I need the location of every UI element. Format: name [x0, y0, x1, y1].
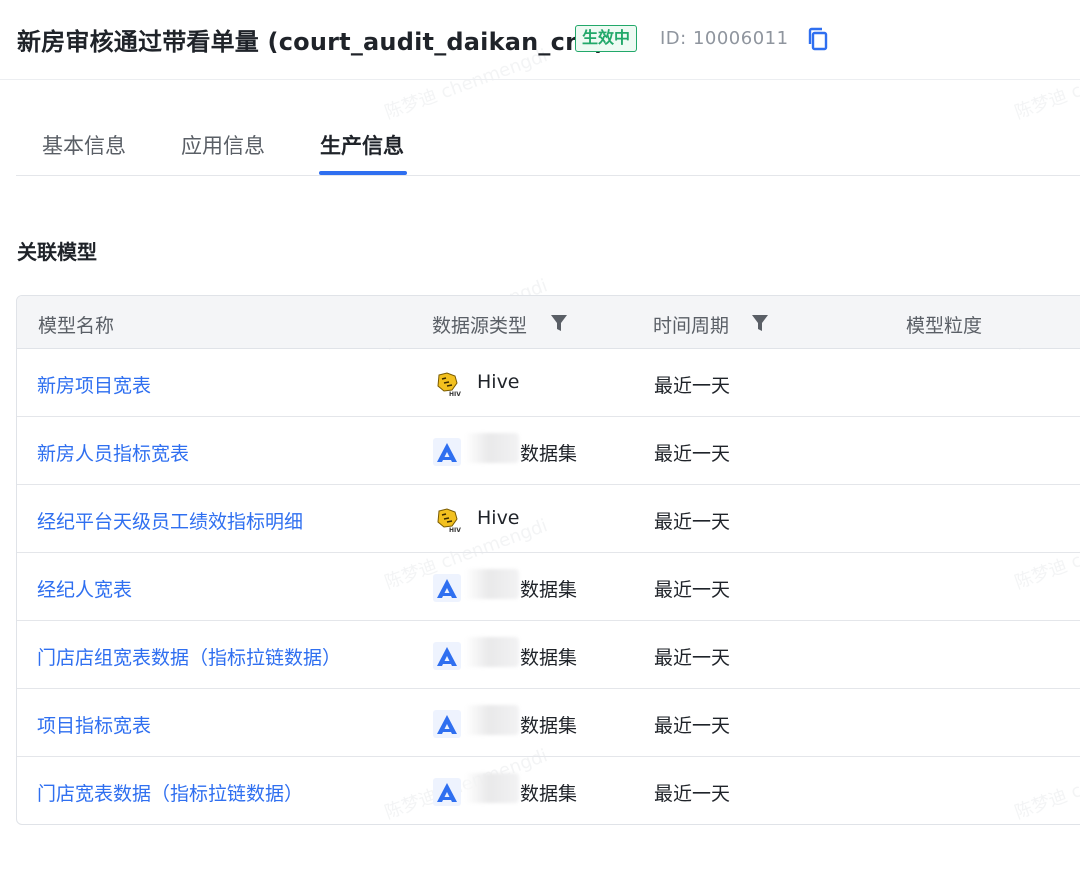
column-header-source-type: 数据源类型	[432, 315, 528, 337]
model-name-link[interactable]: 新房项目宽表	[37, 371, 151, 398]
column-header-granularity: 模型粒度	[906, 315, 983, 337]
model-name-link[interactable]: 新房人员指标宽表	[37, 439, 189, 466]
model-name-link[interactable]: 经纪人宽表	[37, 575, 132, 602]
page-title: 新房审核通过带看单量 (court_audit_daikan_cnt)	[17, 28, 606, 56]
tab-production-info[interactable]: 生产信息	[320, 130, 404, 160]
filter-icon[interactable]	[751, 314, 769, 332]
table-header: 模型名称 数据源类型 时间周期 模型粒度	[17, 296, 1080, 349]
table-row: 新房项目宽表 HIVE Hive 最近一天	[17, 349, 1080, 417]
table-row: 经纪平台天级员工绩效指标明细 HIVE Hive 最近一天	[17, 485, 1080, 553]
status-badge: 生效中	[575, 25, 638, 52]
hive-icon: HIVE	[433, 370, 461, 398]
source-type-label: 数据集	[520, 647, 578, 669]
tab-application-info[interactable]: 应用信息	[181, 130, 265, 160]
redaction-mask	[465, 433, 519, 463]
tab-bar: 基本信息 应用信息 生产信息	[16, 120, 1080, 176]
redaction-mask	[465, 705, 519, 735]
table-row: 新房人员指标宽表 数据集 最近一天	[17, 417, 1080, 485]
section-title: 关联模型	[17, 240, 97, 264]
column-header-name: 模型名称	[38, 315, 115, 337]
dataset-icon	[433, 642, 461, 670]
period-label: 最近一天	[654, 647, 731, 669]
period-label: 最近一天	[654, 715, 731, 737]
period-label: 最近一天	[654, 783, 731, 805]
source-type-label: 数据集	[520, 715, 578, 737]
period-label: 最近一天	[654, 579, 731, 601]
source-type-label: 数据集	[520, 579, 578, 601]
redaction-mask	[465, 637, 519, 667]
svg-text:HIVE: HIVE	[449, 527, 461, 534]
dataset-icon	[433, 710, 461, 738]
copy-icon[interactable]	[806, 26, 830, 52]
model-name-link[interactable]: 项目指标宽表	[37, 711, 151, 738]
model-name-link[interactable]: 经纪平台天级员工绩效指标明细	[37, 507, 303, 534]
redaction-mask	[465, 569, 519, 599]
table-row: 门店店组宽表数据（指标拉链数据） 数据集 最近一天	[17, 621, 1080, 689]
svg-text:HIVE: HIVE	[449, 391, 461, 398]
source-type-label: Hive	[477, 371, 520, 393]
source-type-label: 数据集	[520, 783, 578, 805]
id-label: ID: 10006011	[660, 28, 789, 49]
source-type-label: 数据集	[520, 443, 578, 465]
column-header-period: 时间周期	[653, 315, 730, 337]
dataset-icon	[433, 574, 461, 602]
period-label: 最近一天	[654, 443, 731, 465]
model-name-link[interactable]: 门店店组宽表数据（指标拉链数据）	[37, 643, 341, 670]
active-tab-indicator	[319, 171, 407, 175]
redaction-mask	[465, 773, 519, 803]
dataset-icon	[433, 438, 461, 466]
hive-icon: HIVE	[433, 506, 461, 534]
related-models-table: 模型名称 数据源类型 时间周期 模型粒度 新房项目宽表HIVEHive最近一天新…	[16, 295, 1080, 825]
table-row: 项目指标宽表 数据集 最近一天	[17, 689, 1080, 757]
table-row: 经纪人宽表 数据集 最近一天	[17, 553, 1080, 621]
table-row: 门店宽表数据（指标拉链数据） 数据集 最近一天	[17, 757, 1080, 824]
tab-basic-info[interactable]: 基本信息	[42, 130, 126, 160]
period-label: 最近一天	[654, 375, 731, 397]
filter-icon[interactable]	[550, 314, 568, 332]
page-header: 新房审核通过带看单量 (court_audit_daikan_cnt) 生效中 …	[0, 0, 1080, 80]
dataset-icon	[433, 778, 461, 806]
model-name-link[interactable]: 门店宽表数据（指标拉链数据）	[37, 779, 303, 806]
period-label: 最近一天	[654, 511, 731, 533]
source-type-label: Hive	[477, 507, 520, 529]
